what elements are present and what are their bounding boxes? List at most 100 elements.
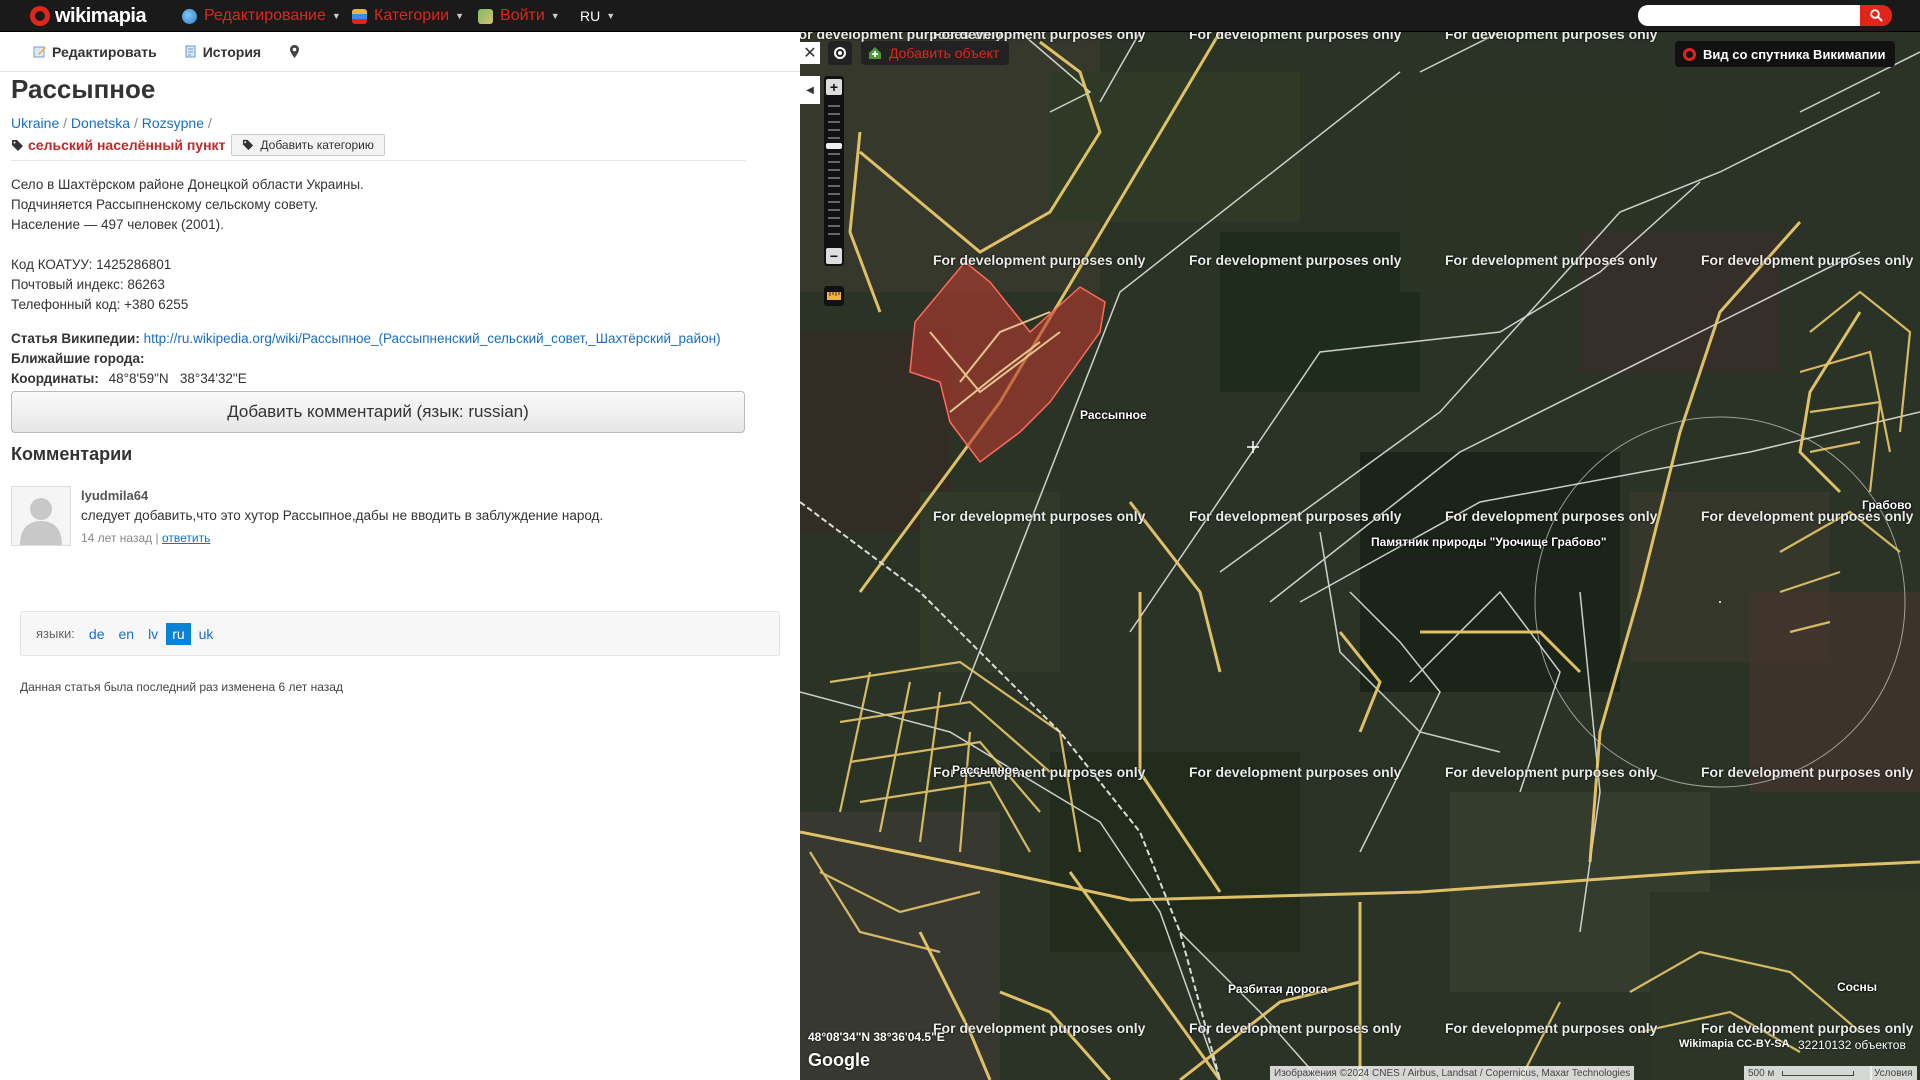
watermark: For development purposes only xyxy=(1189,32,1402,42)
description: Село в Шахтёрском районе Донецкой област… xyxy=(11,175,364,235)
google-logo: Google xyxy=(808,1050,870,1070)
wikipedia-row: Статья Википедии: http://ru.wikipedia.or… xyxy=(11,329,721,349)
watermark: For development purposes only xyxy=(1189,764,1402,780)
add-category-button[interactable]: Добавить категорию xyxy=(231,134,385,156)
tab-edit-label: Редактировать xyxy=(52,43,157,60)
menu-login[interactable]: Войти ▼ xyxy=(478,6,560,26)
search-button[interactable] xyxy=(1860,5,1892,26)
chevron-down-icon: ▼ xyxy=(606,11,616,21)
breadcrumb-separator: / xyxy=(133,115,138,131)
coordinates-label: Координаты: xyxy=(11,371,99,386)
layers-button[interactable] xyxy=(824,286,844,306)
watermark: For development purposes only xyxy=(1445,764,1658,780)
language-lv[interactable]: lv xyxy=(148,626,158,642)
add-category-label: Добавить категорию xyxy=(260,138,374,152)
terms-link[interactable]: Условия xyxy=(1870,1066,1917,1080)
reply-link[interactable]: ответить xyxy=(162,531,210,545)
category-row: сельский населённый пункт Добавить катег… xyxy=(11,134,746,161)
watermark: For development purposes only xyxy=(1701,1020,1914,1036)
wikimapia-logo[interactable]: wikimapia xyxy=(30,4,147,28)
menu-editing-label: Редактирование xyxy=(204,7,326,24)
coordinates-row: Координаты: 48°8'59"N 38°34'32"E xyxy=(11,369,721,389)
search-input[interactable] xyxy=(1638,5,1860,26)
user-placeholder-icon xyxy=(20,498,62,545)
description-line: Население — 497 человек (2001). xyxy=(11,217,224,232)
menu-login-label: Войти xyxy=(500,7,545,24)
language-uk[interactable]: uk xyxy=(199,626,214,642)
language-en[interactable]: en xyxy=(118,626,134,642)
zoom-slider[interactable] xyxy=(824,76,844,266)
tab-edit[interactable]: Редактировать xyxy=(32,44,157,60)
map-label-sosny[interactable]: Сосны xyxy=(1837,980,1877,994)
tag-icon xyxy=(243,139,254,151)
page-title: Рассыпное xyxy=(11,74,156,104)
logo-mark-icon xyxy=(30,6,50,26)
close-map-button[interactable]: ✕ xyxy=(800,42,820,64)
menu-categories-label: Категории xyxy=(374,7,450,24)
collapse-panel-button[interactable]: ◀ xyxy=(800,76,820,104)
watermark: For development purposes only xyxy=(1189,508,1402,524)
add-comment-button[interactable]: Добавить комментарий (язык: russian) xyxy=(11,391,745,433)
menu-categories[interactable]: Категории ▼ xyxy=(352,6,464,26)
description-line: Село в Шахтёрском районе Донецкой област… xyxy=(11,177,364,192)
map-label-monument[interactable]: Памятник природы "Урочище Грабово" xyxy=(1371,535,1607,549)
tab-location[interactable] xyxy=(287,44,307,59)
scale-label: 500 м xyxy=(1748,1067,1775,1079)
watermark: For development purposes only xyxy=(1701,764,1914,780)
chevron-down-icon: ▼ xyxy=(331,11,341,21)
map-label-rassypnoe-station[interactable]: Рассыпное xyxy=(952,763,1019,777)
zoom-out-button[interactable]: − xyxy=(826,248,842,264)
phone-code: Телефонный код: +380 6255 xyxy=(11,297,189,312)
breadcrumb-ukraine[interactable]: Ukraine xyxy=(11,115,59,131)
menu-language[interactable]: RU ▼ xyxy=(580,6,615,26)
tab-history[interactable]: История xyxy=(183,44,261,60)
watermark: For development purposes only xyxy=(933,252,1146,268)
comment-author[interactable]: lyudmila64 xyxy=(81,488,148,503)
zoom-handle[interactable] xyxy=(826,143,842,149)
map-label-rassypnoe[interactable]: Рассыпное xyxy=(1080,408,1147,422)
watermark: For development purposes only xyxy=(1445,1020,1658,1036)
zoom-ticks xyxy=(828,105,840,235)
nearest-cities-label: Ближайшие города: xyxy=(11,351,145,366)
koatuu-code: Код КОАТУУ: 1425286801 xyxy=(11,257,172,272)
breadcrumb: Ukraine / Donetska / Rozsypne / xyxy=(11,115,212,131)
tab-history-label: История xyxy=(202,43,262,60)
zoom-in-button[interactable]: + xyxy=(826,79,842,95)
description-line: Подчиняется Рассыпненскому сельскому сов… xyxy=(11,197,319,212)
chevron-down-icon: ▼ xyxy=(550,11,560,21)
satellite-view-button[interactable]: Вид со спутника Викимапии xyxy=(1675,41,1896,67)
breadcrumb-rozsypne[interactable]: Rozsypne xyxy=(142,115,204,131)
details: Статья Википедии: http://ru.wikipedia.or… xyxy=(11,329,721,389)
watermark: For development purposes only xyxy=(1445,32,1658,42)
watermark: For development purposes only xyxy=(1445,508,1658,524)
map-label-road[interactable]: Разбитая дорога xyxy=(1228,982,1327,996)
search-icon xyxy=(1869,9,1883,22)
scale-bar: 500 м xyxy=(1744,1066,1872,1080)
breadcrumb-separator: / xyxy=(207,115,212,131)
location-pin-icon xyxy=(290,45,300,58)
add-place-icon xyxy=(869,47,881,59)
wikipedia-link[interactable]: http://ru.wikipedia.org/wiki/Рассыпное_(… xyxy=(144,331,721,346)
watermark: For development purposes only xyxy=(1189,1020,1402,1036)
language-de[interactable]: de xyxy=(89,626,105,642)
languages-label: языки: xyxy=(36,626,75,641)
category-link[interactable]: сельский населённый пункт xyxy=(11,137,225,153)
card-icon xyxy=(478,8,493,24)
wikipedia-label: Статья Википедии: xyxy=(11,331,140,346)
map-label-grabovo[interactable]: Грабово xyxy=(1862,498,1912,512)
ruler-icon xyxy=(827,292,841,300)
breadcrumb-donetska[interactable]: Donetska xyxy=(71,115,130,131)
imagery-attribution: Изображения ©2024 CNES / Airbus, Landsat… xyxy=(1270,1066,1635,1080)
avatar xyxy=(11,486,71,546)
license-text[interactable]: Wikimapia CC-BY-SA xyxy=(1679,1038,1790,1050)
locate-button[interactable] xyxy=(828,41,852,65)
language-ru[interactable]: ru xyxy=(166,622,191,645)
watermark: For development purposes only xyxy=(933,1020,1146,1036)
menu-editing[interactable]: Редактирование ▼ xyxy=(182,6,341,26)
satellite-map[interactable]: For development purposes only For develo… xyxy=(800,32,1920,1080)
language-switcher: языки: de en lv ru uk xyxy=(20,611,780,656)
watermark: For development purposes only xyxy=(1189,252,1402,268)
add-object-button[interactable]: Добавить объект xyxy=(861,41,1010,65)
panel-tabs: Редактировать История xyxy=(0,32,800,72)
last-edited-note: Данная статья была последний раз изменен… xyxy=(20,680,343,694)
